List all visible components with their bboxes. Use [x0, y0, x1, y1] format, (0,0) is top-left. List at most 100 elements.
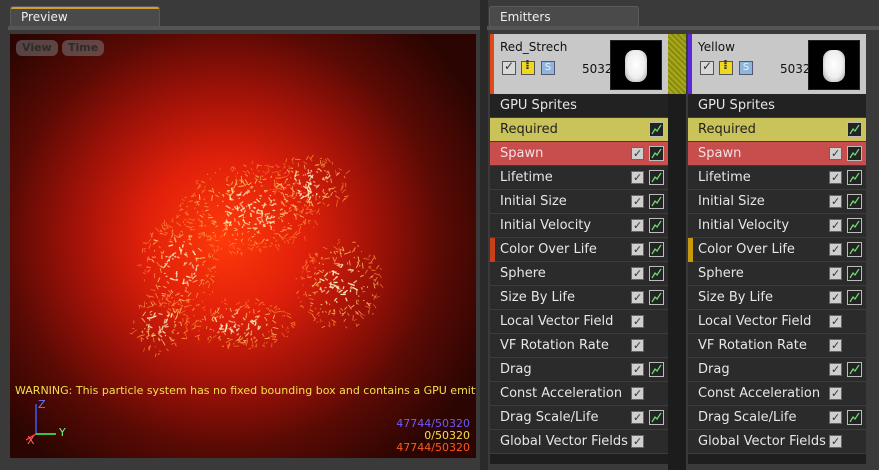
module-row[interactable]: Local Vector Field [688, 310, 866, 334]
module-row[interactable]: Global Vector Fields [688, 430, 866, 454]
particle-streak [322, 263, 325, 266]
emitter-header[interactable]: YellowS50320 [688, 34, 866, 94]
module-enable-checkbox[interactable] [631, 334, 644, 358]
curve-editor-icon[interactable] [847, 242, 862, 257]
module-enable-checkbox[interactable] [631, 214, 644, 238]
particle-streak [228, 320, 234, 324]
panel-splitter[interactable] [480, 0, 488, 470]
curve-editor-icon[interactable] [649, 218, 664, 233]
module-row[interactable]: Initial Velocity [688, 214, 866, 238]
curve-editor-icon[interactable] [847, 290, 862, 305]
module-row[interactable]: Drag [490, 358, 668, 382]
curve-editor-icon[interactable] [649, 122, 664, 137]
module-row[interactable]: Drag Scale/Life [688, 406, 866, 430]
curve-editor-icon[interactable] [847, 362, 862, 377]
module-row[interactable]: Global Vector Fields [490, 430, 668, 454]
module-enable-checkbox[interactable] [829, 142, 842, 166]
view-button[interactable]: View [16, 40, 58, 56]
curve-editor-icon[interactable] [649, 410, 664, 425]
curve-editor-icon[interactable] [847, 410, 862, 425]
module-row[interactable]: Spawn [490, 142, 668, 166]
module-enable-checkbox[interactable] [631, 406, 644, 430]
module-enable-checkbox[interactable] [829, 430, 842, 454]
curve-editor-icon[interactable] [847, 194, 862, 209]
module-enable-checkbox[interactable] [829, 334, 842, 358]
curve-editor-icon[interactable] [649, 266, 664, 281]
module-row[interactable]: VF Rotation Rate [490, 334, 668, 358]
module-enable-checkbox[interactable] [829, 190, 842, 214]
curve-editor-icon[interactable] [847, 218, 862, 233]
particle-streak [299, 214, 302, 217]
module-enable-checkbox[interactable] [829, 406, 842, 430]
module-row[interactable]: Lifetime [688, 166, 866, 190]
particle-streak [242, 218, 246, 224]
module-row[interactable]: Sphere [490, 262, 668, 286]
curve-editor-icon[interactable] [649, 290, 664, 305]
time-button[interactable]: Time [62, 40, 105, 56]
tab-preview[interactable]: Preview [10, 6, 160, 27]
curve-editor-icon[interactable] [847, 170, 862, 185]
module-row[interactable]: Initial Velocity [490, 214, 668, 238]
curve-editor-icon[interactable] [847, 122, 862, 137]
curve-editor-icon[interactable] [649, 146, 664, 161]
module-enable-checkbox[interactable] [631, 142, 644, 166]
enable-checkbox-icon[interactable] [502, 59, 516, 75]
module-enable-checkbox[interactable] [829, 286, 842, 310]
module-row[interactable]: Drag [688, 358, 866, 382]
random-seed-icon[interactable] [719, 58, 733, 75]
module-row[interactable]: Drag Scale/Life [490, 406, 668, 430]
particle-streak [239, 337, 244, 341]
type-data-module[interactable]: GPU Sprites [490, 94, 668, 118]
particle-streak [236, 250, 239, 254]
module-row[interactable]: Lifetime [490, 166, 668, 190]
curve-editor-icon[interactable] [649, 170, 664, 185]
module-enable-checkbox[interactable] [829, 214, 842, 238]
module-enable-checkbox[interactable] [631, 286, 644, 310]
curve-editor-icon[interactable] [649, 194, 664, 209]
curve-editor-icon[interactable] [649, 362, 664, 377]
module-enable-checkbox[interactable] [631, 238, 644, 262]
curve-editor-icon[interactable] [847, 146, 862, 161]
random-seed-icon[interactable] [521, 58, 535, 75]
emitter-header[interactable]: Red_StrechS50320 [490, 34, 668, 94]
module-row[interactable]: Color Over Life [688, 238, 866, 262]
module-row[interactable]: Sphere [688, 262, 866, 286]
particle-streak [176, 256, 180, 259]
module-enable-checkbox[interactable] [631, 382, 644, 406]
module-row[interactable]: Required [688, 118, 866, 142]
module-row[interactable]: Size By Life [688, 286, 866, 310]
particle-streak [289, 236, 294, 239]
module-enable-checkbox[interactable] [829, 382, 842, 406]
module-enable-checkbox[interactable] [829, 238, 842, 262]
module-enable-checkbox[interactable] [631, 310, 644, 334]
module-enable-checkbox[interactable] [631, 262, 644, 286]
module-enable-checkbox[interactable] [631, 430, 644, 454]
module-row[interactable]: Size By Life [490, 286, 668, 310]
type-data-module[interactable]: GPU Sprites [688, 94, 866, 118]
preview-viewport[interactable]: View Time WARNING: This particle system … [10, 34, 476, 458]
module-row[interactable]: Const Acceleration [688, 382, 866, 406]
solo-button[interactable]: S [739, 61, 753, 75]
enable-checkbox-icon[interactable] [700, 59, 714, 75]
module-enable-checkbox[interactable] [829, 358, 842, 382]
curve-editor-icon[interactable] [649, 242, 664, 257]
module-row[interactable]: Local Vector Field [490, 310, 668, 334]
module-enable-checkbox[interactable] [631, 358, 644, 382]
particle-streak [255, 198, 261, 203]
module-row[interactable]: Spawn [688, 142, 866, 166]
module-row[interactable]: Required [490, 118, 668, 142]
curve-editor-icon[interactable] [847, 266, 862, 281]
module-row[interactable]: Const Acceleration [490, 382, 668, 406]
module-row[interactable]: Initial Size [688, 190, 866, 214]
module-enable-checkbox[interactable] [829, 262, 842, 286]
module-row[interactable]: Color Over Life [490, 238, 668, 262]
particle-streak [244, 340, 248, 346]
module-enable-checkbox[interactable] [829, 310, 842, 334]
module-row[interactable]: Initial Size [490, 190, 668, 214]
module-row[interactable]: VF Rotation Rate [688, 334, 866, 358]
tab-emitters[interactable]: Emitters [489, 6, 639, 27]
solo-button[interactable]: S [541, 61, 555, 75]
module-enable-checkbox[interactable] [631, 190, 644, 214]
module-enable-checkbox[interactable] [631, 166, 644, 190]
module-enable-checkbox[interactable] [829, 166, 842, 190]
